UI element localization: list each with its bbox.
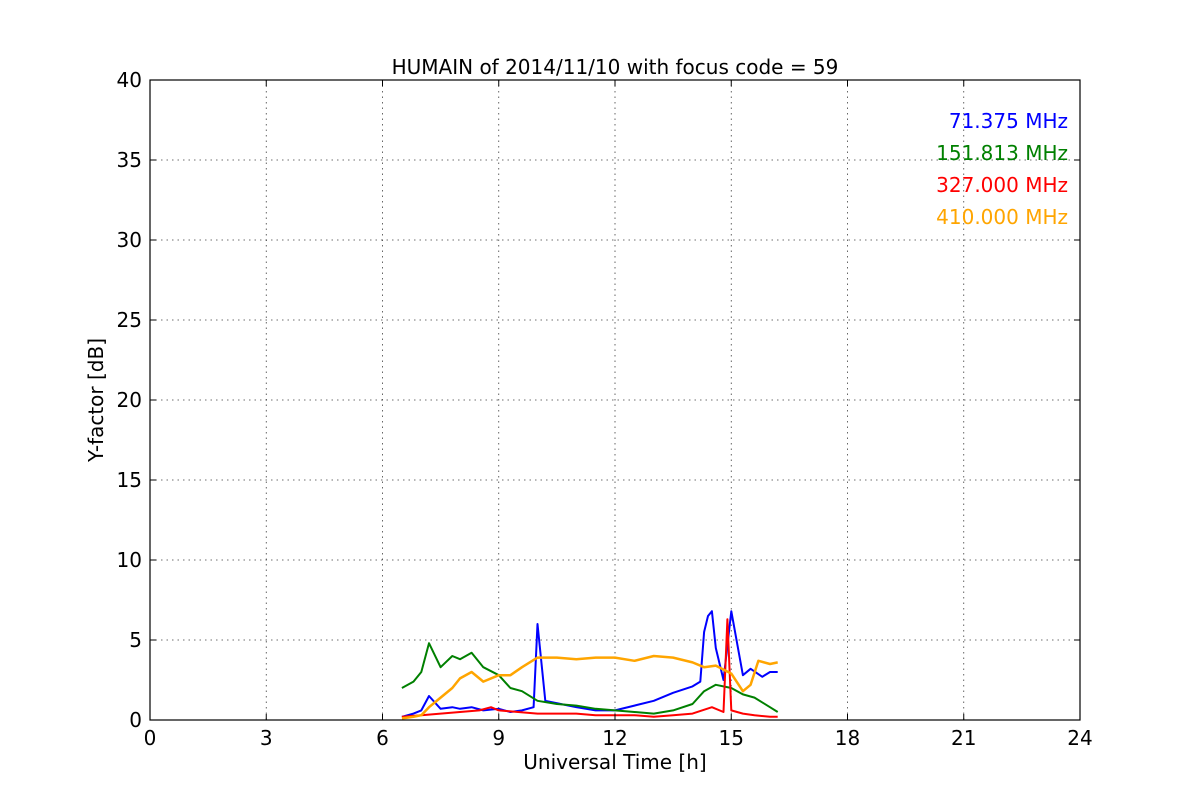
x-tick-label: 12 <box>602 726 627 750</box>
x-tick-label: 21 <box>951 726 976 750</box>
y-tick-label: 15 <box>117 468 142 492</box>
series-line-1 <box>401 610 778 718</box>
legend-entry-4: 410.000 MHz <box>936 205 1068 229</box>
y-tick-label: 5 <box>129 628 142 652</box>
y-tick-label: 35 <box>117 148 142 172</box>
x-tick-label: 18 <box>835 726 860 750</box>
series-layer <box>401 610 779 720</box>
legend-entry-1: 71.375 MHz <box>949 109 1068 133</box>
chart: HUMAIN of 2014/11/10 with focus code = 5… <box>84 55 1093 774</box>
ticks: 0 3 6 9 12 15 18 21 24 0 5 10 15 20 25 30 35 40 <box>117 68 1093 750</box>
legend: 71.375 MHz 151.813 MHz 327.000 MHz 410.000 … <box>936 109 1068 229</box>
x-tick-label: 24 <box>1067 726 1092 750</box>
x-axis-label: Universal Time [h] <box>523 750 706 774</box>
chart-title: HUMAIN of 2014/11/10 with focus code = 5… <box>392 55 839 79</box>
y-tick-label: 30 <box>117 228 142 252</box>
x-tick-label: 9 <box>492 726 505 750</box>
series-line-2 <box>401 642 779 715</box>
y-tick-label: 25 <box>117 308 142 332</box>
y-axis-label: Y-factor [dB] <box>84 338 108 463</box>
x-tick-label: 6 <box>376 726 389 750</box>
y-tick-label: 20 <box>117 388 142 412</box>
x-tick-label: 15 <box>719 726 744 750</box>
y-tick-label: 10 <box>117 548 142 572</box>
y-tick-label: 0 <box>129 708 142 732</box>
x-tick-label: 3 <box>260 726 273 750</box>
legend-entry-3: 327.000 MHz <box>936 173 1068 197</box>
y-tick-label: 40 <box>117 68 142 92</box>
x-tick-label: 0 <box>144 726 157 750</box>
legend-entry-2: 151.813 MHz <box>936 141 1068 165</box>
